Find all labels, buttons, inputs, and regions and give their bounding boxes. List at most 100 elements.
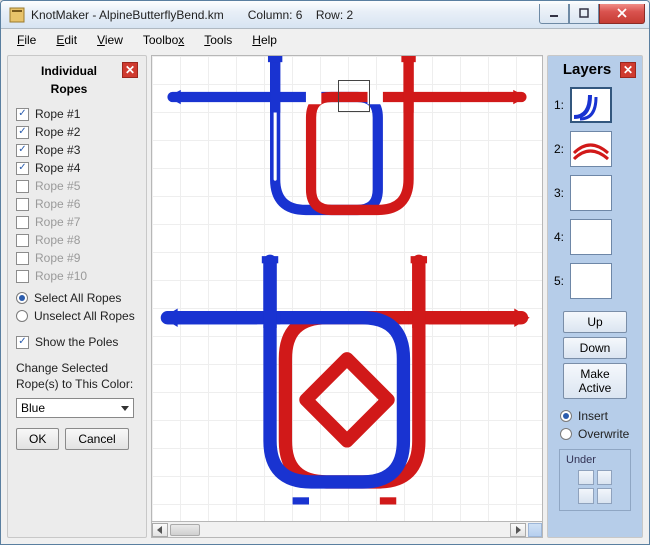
under-top-right-button[interactable]	[597, 470, 613, 486]
app-icon	[9, 7, 25, 23]
menu-help[interactable]: Help	[244, 31, 285, 49]
checkbox-icon	[16, 234, 29, 247]
rope-checkbox-3[interactable]: Rope #3	[16, 143, 138, 157]
under-bottom-right-button[interactable]	[597, 488, 613, 504]
layer-down-button[interactable]: Down	[563, 337, 627, 359]
knot-canvas[interactable]	[151, 55, 543, 522]
horizontal-scrollbar[interactable]	[151, 522, 543, 538]
rope-label: Rope #9	[35, 251, 80, 265]
change-color-label: Change SelectedRope(s) to This Color:	[16, 361, 138, 392]
layer-thumbnail	[570, 219, 612, 255]
rope-checkbox-6[interactable]: Rope #6	[16, 197, 138, 211]
rope-label: Rope #10	[35, 269, 87, 283]
minimize-button[interactable]	[539, 4, 569, 24]
cancel-button[interactable]: Cancel	[65, 428, 128, 450]
menu-bar: File Edit View Toolbox Tools Help	[1, 29, 649, 51]
layers-panel-title: Layers	[554, 62, 620, 79]
status-column-value: 6	[296, 8, 303, 22]
layer-thumbnail	[570, 87, 612, 123]
rope-label: Rope #7	[35, 215, 80, 229]
rope-label: Rope #6	[35, 197, 80, 211]
app-window: KnotMaker - AlpineButterflyBend.km Colum…	[0, 0, 650, 545]
resize-grip[interactable]	[528, 523, 542, 537]
checkbox-icon	[16, 198, 29, 211]
ropes-panel-title: IndividualRopes	[16, 62, 122, 97]
rope-label: Rope #8	[35, 233, 80, 247]
status-row-value: 2	[347, 8, 354, 22]
layers-panel-close-button[interactable]: ✕	[620, 62, 636, 78]
ropes-panel: IndividualRopes ✕ Rope #1Rope #2Rope #3R…	[7, 55, 147, 538]
layer-number: 4:	[554, 230, 564, 244]
rope-checkbox-1[interactable]: Rope #1	[16, 107, 138, 121]
checkbox-icon	[16, 252, 29, 265]
show-poles-checkbox[interactable]: Show the Poles	[16, 335, 138, 349]
menu-file[interactable]: File	[9, 31, 44, 49]
checkbox-icon	[16, 180, 29, 193]
rope-checkbox-10[interactable]: Rope #10	[16, 269, 138, 283]
menu-edit[interactable]: Edit	[48, 31, 85, 49]
checkbox-icon	[16, 270, 29, 283]
rope-label: Rope #2	[35, 125, 80, 139]
layer-row-2[interactable]: 2:	[554, 131, 636, 167]
layer-number: 2:	[554, 142, 564, 156]
checkbox-icon	[16, 216, 29, 229]
scroll-left-button[interactable]	[152, 523, 168, 537]
layer-row-3[interactable]: 3:	[554, 175, 636, 211]
menu-view[interactable]: View	[89, 31, 131, 49]
layer-thumbnail	[570, 263, 612, 299]
layer-row-1[interactable]: 1:	[554, 87, 636, 123]
ok-button[interactable]: OK	[16, 428, 59, 450]
scroll-thumb[interactable]	[170, 524, 200, 536]
maximize-button[interactable]	[569, 4, 599, 24]
color-combobox-value: Blue	[21, 401, 45, 415]
checkbox-icon	[16, 108, 29, 121]
rope-checkbox-9[interactable]: Rope #9	[16, 251, 138, 265]
rope-checkbox-7[interactable]: Rope #7	[16, 215, 138, 229]
under-label: Under	[566, 454, 624, 466]
checkbox-icon	[16, 144, 29, 157]
layer-thumbnail	[570, 175, 612, 211]
layer-number: 1:	[554, 98, 564, 112]
layers-panel: Layers ✕ 1:2:3:4:5: Up Down Make Active …	[547, 55, 643, 538]
ropes-list: Rope #1 Rope #2 Rope #3 Rope #4 Rope #5 Rope …	[16, 107, 138, 283]
layer-thumbnail	[570, 131, 612, 167]
under-bottom-left-button[interactable]	[578, 488, 594, 504]
status-row-label: Row:	[316, 8, 343, 22]
layer-row-5[interactable]: 5:	[554, 263, 636, 299]
layers-list: 1: 2: 3: 4: 5:	[554, 87, 636, 299]
title-bar[interactable]: KnotMaker - AlpineButterflyBend.km Colum…	[1, 1, 649, 29]
window-title: KnotMaker - AlpineButterflyBend.km	[31, 8, 224, 22]
selection-rectangle[interactable]	[338, 80, 370, 112]
ropes-panel-close-button[interactable]: ✕	[122, 62, 138, 78]
layer-row-4[interactable]: 4:	[554, 219, 636, 255]
layer-number: 3:	[554, 186, 564, 200]
rope-label: Rope #3	[35, 143, 80, 157]
overwrite-radio[interactable]: Overwrite	[560, 427, 636, 441]
rope-checkbox-5[interactable]: Rope #5	[16, 179, 138, 193]
rope-checkbox-4[interactable]: Rope #4	[16, 161, 138, 175]
chevron-down-icon	[121, 406, 129, 411]
knot-drawing	[152, 56, 542, 522]
insert-radio[interactable]: Insert	[560, 409, 636, 423]
checkbox-icon	[16, 162, 29, 175]
layer-up-button[interactable]: Up	[563, 311, 627, 333]
layer-number: 5:	[554, 274, 564, 288]
select-all-ropes-radio[interactable]: Select All Ropes	[16, 291, 138, 305]
color-combobox[interactable]: Blue	[16, 398, 134, 418]
menu-toolbox[interactable]: Toolbox	[135, 31, 192, 49]
scroll-right-button[interactable]	[510, 523, 526, 537]
layer-make-active-button[interactable]: Make Active	[563, 363, 627, 399]
close-button[interactable]	[599, 4, 645, 24]
checkbox-icon	[16, 126, 29, 139]
rope-label: Rope #1	[35, 107, 80, 121]
canvas-area	[151, 55, 543, 538]
unselect-all-ropes-radio[interactable]: Unselect All Ropes	[16, 309, 138, 323]
under-group: Under	[559, 449, 631, 511]
rope-checkbox-8[interactable]: Rope #8	[16, 233, 138, 247]
under-top-left-button[interactable]	[578, 470, 594, 486]
status-column-label: Column:	[248, 8, 293, 22]
rope-label: Rope #4	[35, 161, 80, 175]
menu-tools[interactable]: Tools	[196, 31, 240, 49]
rope-checkbox-2[interactable]: Rope #2	[16, 125, 138, 139]
rope-label: Rope #5	[35, 179, 80, 193]
